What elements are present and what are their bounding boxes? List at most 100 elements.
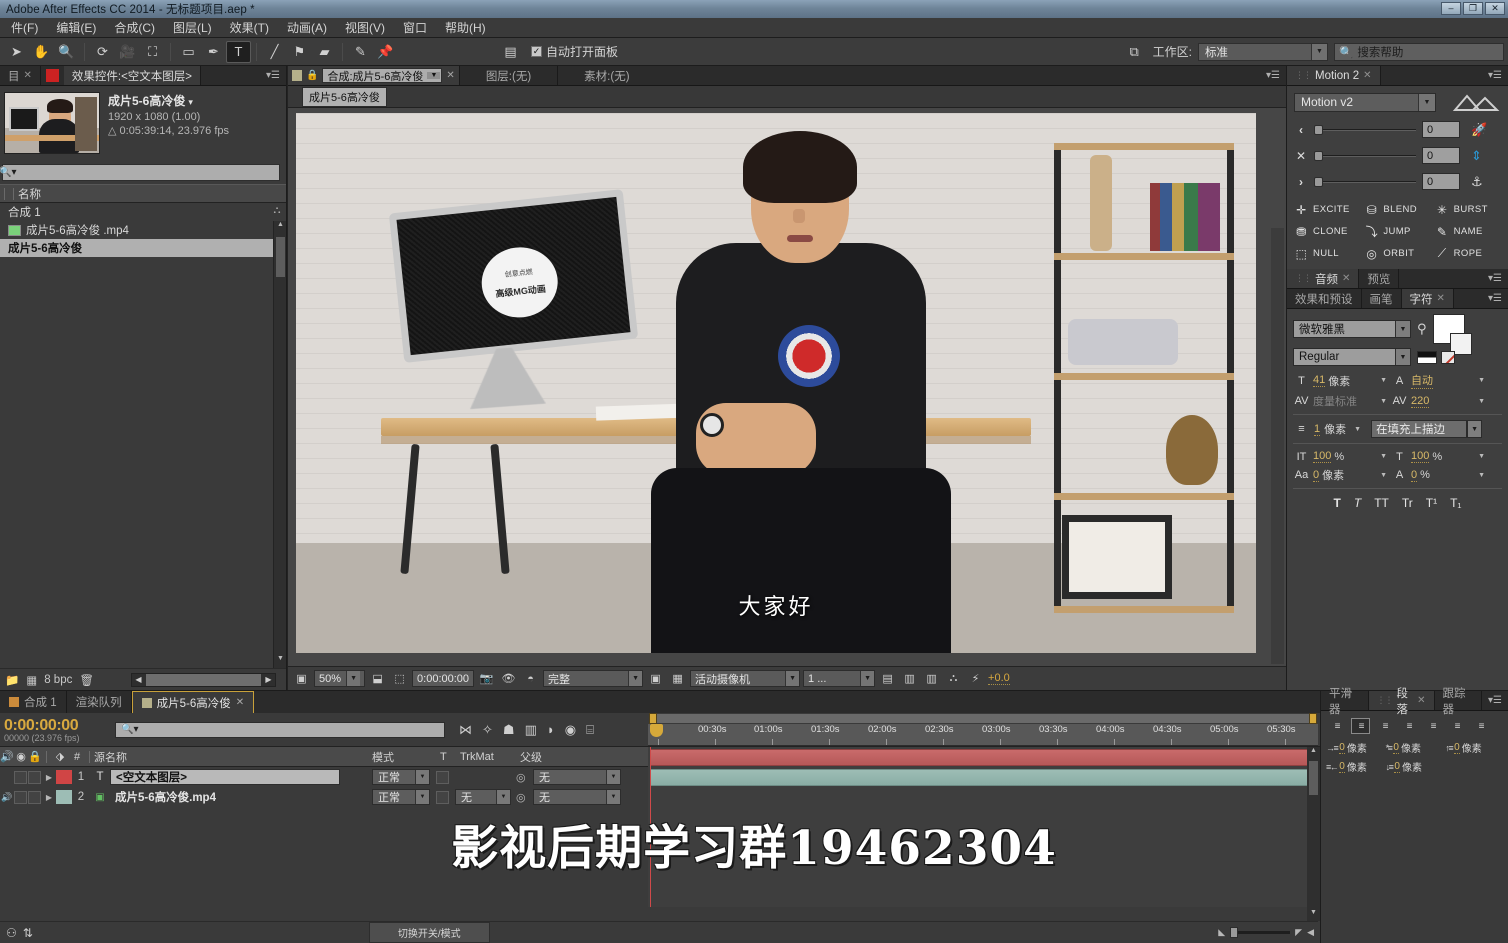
viewer-panel-menu-icon[interactable]: ▾☰ [1260,66,1286,85]
slider-knob[interactable] [1314,124,1323,135]
close-icon[interactable]: ✕ [446,70,454,81]
motion-version-select[interactable]: Motion v2 ▼ [1294,92,1436,112]
lock-icon[interactable]: 🔒 [28,750,42,763]
menu-animation[interactable]: 动画(A) [278,17,336,38]
tab-composition[interactable]: 🔒 合成:成片5-6高冷俊 ▼ ✕ [288,66,459,85]
superscript-button[interactable]: T¹ [1426,496,1437,510]
scroll-down-icon[interactable]: ▼ [274,655,286,668]
chevron-down-icon[interactable]: ▼ [606,790,620,804]
chevron-down-icon[interactable]: ▼ [1478,472,1485,479]
layer-parent-select[interactable]: 无 ▼ [533,789,621,805]
lock-icon[interactable]: 🔒 [306,70,318,81]
tab-motion2[interactable]: ⋮⋮ Motion 2 ✕ [1287,66,1381,85]
work-area-start-handle[interactable] [649,713,657,724]
all-caps-button[interactable]: TT [1374,496,1389,510]
excite-button[interactable]: ✛ EXCITE [1294,202,1360,217]
right-align-icon[interactable]: ≡ [1375,718,1394,734]
anchor-icon[interactable]: ⚓ [1471,174,1483,190]
eraser-tool[interactable]: ▰ [312,41,337,63]
chevron-down-icon[interactable]: ▼ [1478,398,1485,405]
tracking-field[interactable]: AV 220 ▼ [1391,395,1485,408]
chevron-down-icon[interactable]: ▼ [1354,426,1361,433]
camera-tool[interactable]: 🎥 [115,41,140,63]
indent-left-field[interactable]: →≡ 0 像素 [1326,740,1384,756]
channels-icon[interactable]: ◓ [521,669,540,688]
null-button[interactable]: ⬚ NULL [1294,246,1360,261]
chevron-down-icon[interactable]: ▼ [1395,321,1410,337]
layer-label-color[interactable] [56,770,72,784]
list-item[interactable]: 成片5-6高冷俊 [0,239,286,257]
zoom-tool[interactable]: 🔍 [54,41,79,63]
slider-value[interactable]: 0 [1422,173,1460,190]
slider-track[interactable] [1314,176,1416,187]
graph-editor-icon[interactable]: ⚇ [6,926,17,940]
menu-composition[interactable]: 合成(C) [105,17,164,38]
chevron-down-icon[interactable]: ▼ [606,770,620,784]
horizontal-scale-field[interactable]: T 100 % ▼ [1391,450,1485,463]
toggle-mask-icon[interactable]: ▣ [646,669,665,688]
camera-select[interactable]: 活动摄像机 ▼ [690,670,801,687]
slider-value[interactable]: 0 [1422,147,1460,164]
auto-open-panel-checkbox[interactable]: ✓ [531,46,542,57]
small-caps-button[interactable]: Tr [1402,496,1413,510]
rotation-tool[interactable]: ⟳ [90,41,115,63]
tab-brushes[interactable]: 画笔 [1361,289,1402,308]
chevron-down-icon[interactable]: ▼ [1380,398,1387,405]
motion-blur-icon[interactable]: ◗ [547,722,555,738]
new-comp-icon[interactable]: ▦ [26,673,37,687]
viewer-timecode[interactable]: 0:00:00:00 [412,670,475,687]
workspace-select[interactable]: 标准 ▼ [1198,42,1328,61]
tab-paragraph[interactable]: ⋮⋮ 段落 ✕ [1368,688,1435,716]
fast-preview-icon[interactable]: ▥ [900,669,919,688]
justify-last-center-icon[interactable]: ≡ [1423,718,1442,734]
pen-tool[interactable]: ✒ [201,41,226,63]
bit-depth-label[interactable]: 8 bpc [44,674,72,686]
tab-smoother[interactable]: 平滑器 [1321,688,1369,716]
rope-button[interactable]: ⟋ ROPE [1435,246,1501,261]
indent-first-value[interactable]: 0 [1393,742,1399,754]
font-size-value[interactable]: 41 [1313,374,1326,387]
tab-tracker[interactable]: 跟踪器 [1434,688,1483,716]
audio-panel-menu-icon[interactable]: ▾☰ [1482,269,1508,288]
graph-editor-icon[interactable]: ⌸ [586,722,594,738]
audio-toggle[interactable]: 🔊 [0,792,14,803]
paragraph-panel-menu-icon[interactable]: ▾☰ [1482,691,1508,710]
timeline-scrollbar[interactable]: ▲ ▼ [1307,747,1320,921]
chevron-down-icon[interactable]: ▼ [415,790,429,804]
hide-shy-layers-icon[interactable]: ☗ [503,722,515,738]
layer-parent-select[interactable]: 无 ▼ [533,769,621,785]
expand-arrow-icon[interactable]: ▶ [42,773,56,782]
expand-arrow-icon[interactable]: ▶ [42,793,56,802]
burst-button[interactable]: ✳ BURST [1435,202,1501,217]
fit-icon[interactable]: ▣ [292,669,311,688]
menu-window[interactable]: 窗口 [394,17,436,38]
scroll-up-icon[interactable]: ▲ [1307,747,1320,759]
faux-bold-button[interactable]: T [1334,496,1341,510]
layer-name[interactable]: <空文本图层> [110,769,340,785]
parent-pickwhip-icon[interactable]: ◎ [516,771,526,784]
minimize-button[interactable]: – [1441,2,1461,15]
vertical-scale-value[interactable]: 100 [1313,450,1332,463]
work-area-end-handle[interactable] [1309,713,1317,724]
motion-slider-3[interactable]: › 0 ⚓ [1294,173,1501,190]
indent-right-field[interactable]: ≡← 0 像素 [1326,759,1384,775]
vertical-scale-field[interactable]: IT 100 % ▼ [1293,450,1387,463]
tracking-value[interactable]: 220 [1411,395,1430,408]
hand-tool[interactable]: ✋ [29,41,54,63]
pan-behind-tool[interactable]: ⛶ [140,41,165,63]
comp-flowchart-icon[interactable]: ⛬ [944,669,963,688]
orbit-button[interactable]: ◎ ORBIT [1364,246,1430,261]
tsume-field[interactable]: A 0 % ▼ [1391,469,1485,482]
indent-left-value[interactable]: 0 [1339,742,1345,754]
chevron-down-icon[interactable]: ▼ [785,671,800,686]
chevron-down-icon[interactable]: ▼ [628,671,643,686]
new-folder-icon[interactable]: 📁 [5,673,19,687]
layer-mode-select[interactable]: 正常 ▼ [372,789,430,805]
brush-tool[interactable]: ╱ [262,41,287,63]
menu-file[interactable]: 件(F) [2,17,47,38]
menu-help[interactable]: 帮助(H) [436,17,495,38]
motion-slider-1[interactable]: ‹ 0 🚀 [1294,121,1501,138]
project-search-input[interactable]: 🔍▾ [0,164,280,181]
baseline-shift-field[interactable]: Aa 0 像素 ▼ [1293,467,1387,483]
shape-tool[interactable]: ▭ [176,41,201,63]
